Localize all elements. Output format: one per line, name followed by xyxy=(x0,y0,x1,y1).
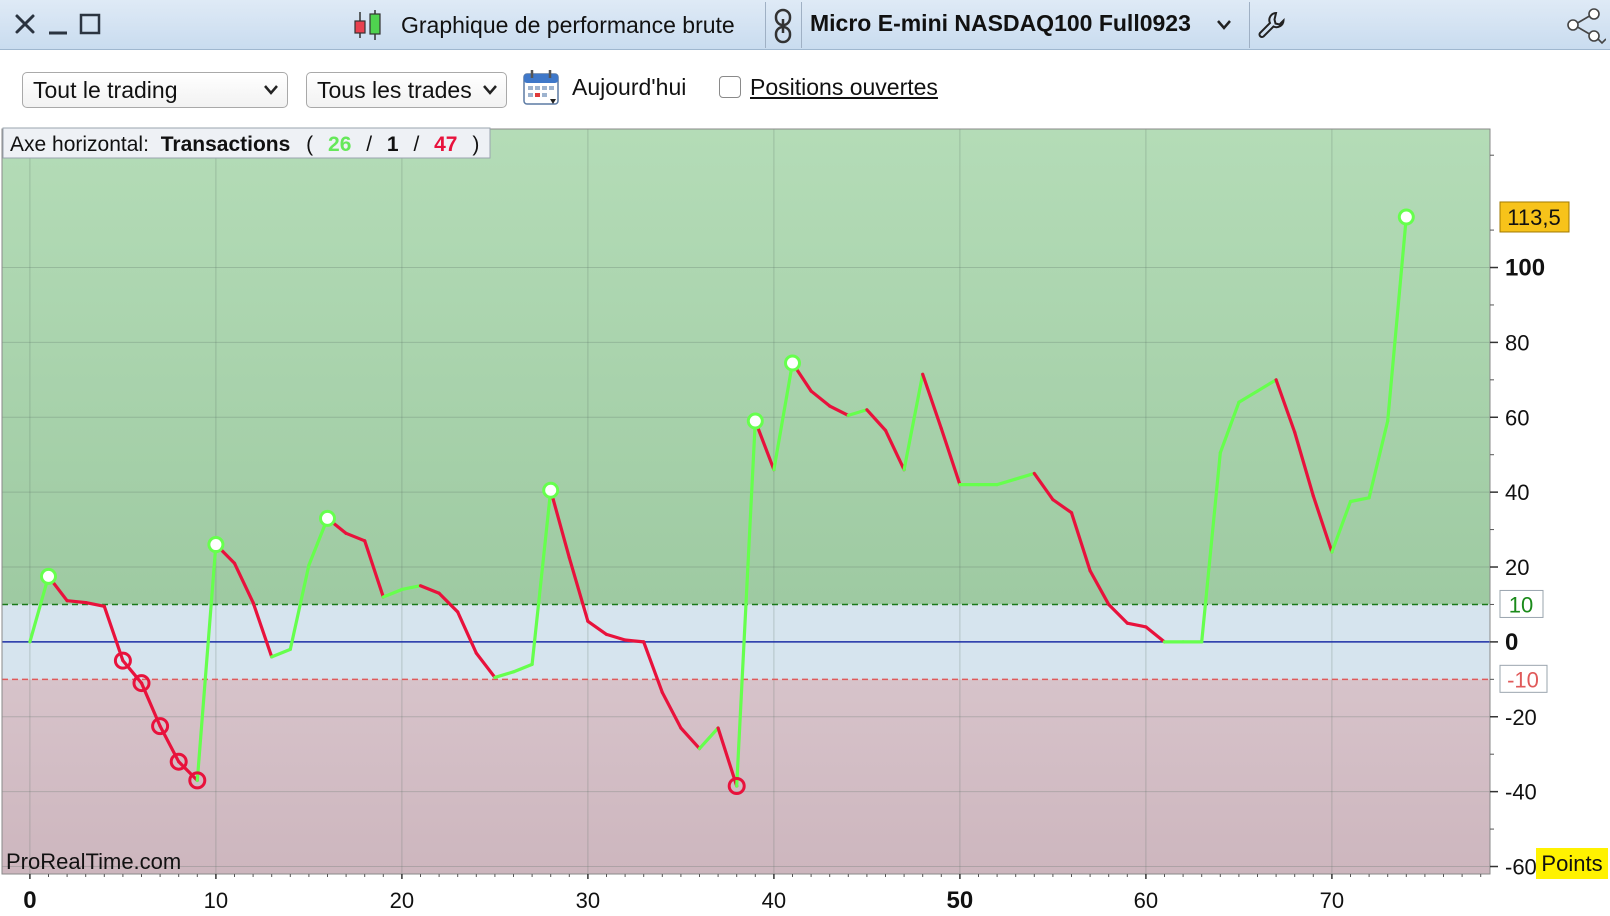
legend-close-paren: ) xyxy=(472,133,479,156)
unit-label: Points xyxy=(1541,851,1602,876)
y-tick-label: -60 xyxy=(1505,855,1537,880)
equity-segment xyxy=(65,599,88,605)
last-value-label: 113,5 xyxy=(1507,205,1560,230)
legend-prefix: Axe horizontal: xyxy=(10,133,149,156)
gain-marker xyxy=(319,509,336,527)
gain-marker xyxy=(1397,208,1415,226)
last-value-badge: 113,5 xyxy=(1499,201,1570,233)
x-tick-label: 60 xyxy=(1134,888,1158,913)
x-tick-label: 30 xyxy=(576,888,600,913)
legend-wins: 26 xyxy=(328,133,351,156)
gain-marker xyxy=(542,481,560,499)
loss-zone xyxy=(2,679,1490,874)
equity-segment xyxy=(623,638,646,644)
x-tick-label: 50 xyxy=(947,887,974,914)
y-tick-label: 60 xyxy=(1505,405,1529,430)
x-tick-label: 20 xyxy=(390,888,414,913)
y-tick-label: 40 xyxy=(1505,480,1529,505)
watermark: ProRealTime.com xyxy=(6,849,181,874)
y-axis: 100 80 60 40 20 0 -20 -40 -60 xyxy=(1490,154,1545,880)
gain-marker xyxy=(746,412,764,430)
x-tick-label: 0 xyxy=(23,887,36,914)
legend-neutral: 1 xyxy=(387,133,399,156)
y-tick-label: 80 xyxy=(1505,330,1529,355)
legend-separator: / xyxy=(366,133,372,156)
gain-zone xyxy=(2,129,1490,605)
y-tick-label: -40 xyxy=(1505,780,1537,805)
gain-marker xyxy=(207,536,225,554)
y-tick-label: 0 xyxy=(1505,629,1518,656)
upper-threshold-label: 10 xyxy=(1509,592,1533,617)
x-tick-label: 10 xyxy=(204,888,228,913)
x-tick-label: 70 xyxy=(1320,888,1344,913)
gain-marker xyxy=(40,567,57,585)
y-tick-label: -20 xyxy=(1505,705,1537,730)
horizontal-axis-legend: Axe horizontal: Transactions ( 26 / 1 / … xyxy=(2,127,491,159)
legend-mode: Transactions xyxy=(161,133,291,156)
y-tick-label: 100 xyxy=(1505,255,1545,282)
legend-losses: 47 xyxy=(434,133,457,156)
y-tick-label: 20 xyxy=(1505,555,1529,580)
performance-chart: 100 80 60 40 20 0 -20 -40 -60 0 10 20 30 40 50 60 70 Ax… xyxy=(1,127,1608,914)
x-tick-label: 40 xyxy=(762,888,786,913)
x-axis: 0 10 20 30 40 50 60 70 xyxy=(23,874,1482,914)
lower-threshold-label: -10 xyxy=(1507,667,1539,692)
legend-separator: / xyxy=(413,133,419,156)
gain-marker xyxy=(784,354,801,372)
legend-open-paren: ( xyxy=(306,133,313,156)
